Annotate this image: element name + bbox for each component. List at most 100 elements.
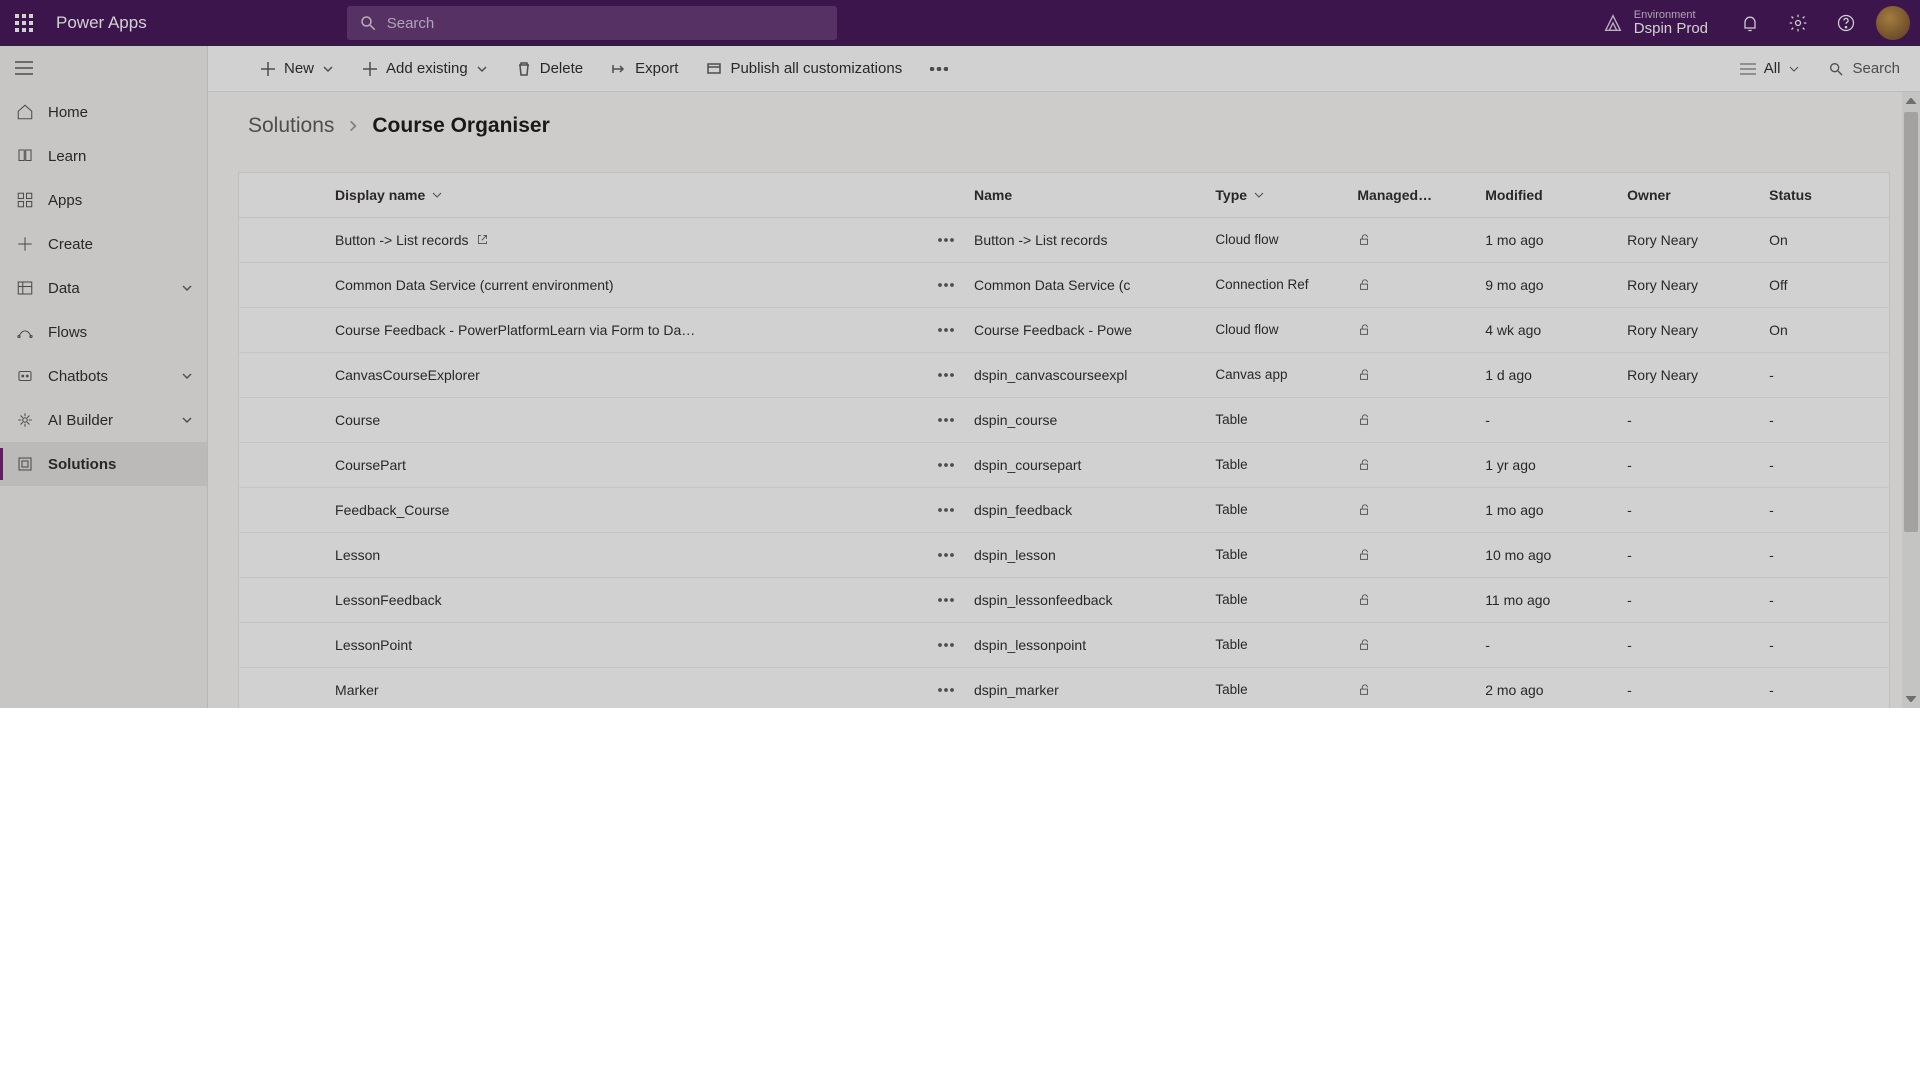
row-checkbox[interactable] [239, 217, 327, 262]
cell-type: Table [1207, 397, 1349, 442]
grid-search[interactable]: Search [1816, 60, 1920, 77]
col-status[interactable]: Status [1761, 173, 1889, 217]
view-selector[interactable]: All [1728, 60, 1813, 77]
row-checkbox[interactable] [239, 442, 327, 487]
cell-display-name[interactable]: Feedback_Course [327, 487, 966, 532]
cell-display-name[interactable]: Marker [327, 667, 966, 712]
nav-item-flows[interactable]: Flows [0, 310, 207, 354]
help-button[interactable] [1822, 0, 1870, 46]
breadcrumb: Solutions Course Organiser [208, 92, 1920, 160]
cell-modified: 4 wk ago [1477, 307, 1619, 352]
row-checkbox[interactable] [239, 307, 327, 352]
cmd-delete-label: Delete [540, 60, 583, 77]
table-row[interactable]: Course dspin_course Table - - - [239, 397, 1889, 442]
row-more-button[interactable] [934, 684, 958, 696]
row-checkbox[interactable] [239, 577, 327, 622]
nav-item-solutions[interactable]: Solutions [0, 442, 207, 486]
cmd-add-existing[interactable]: Add existing [350, 46, 500, 91]
settings-button[interactable] [1774, 0, 1822, 46]
app-launcher-button[interactable] [0, 0, 48, 46]
table-row[interactable]: Lesson dspin_lesson Table 10 mo ago - - [239, 532, 1889, 577]
cell-modified: - [1477, 622, 1619, 667]
cell-display-name[interactable]: Course Feedback - PowerPlatformLearn via… [327, 307, 966, 352]
cell-name: dspin_lesson [966, 532, 1207, 577]
table-row[interactable]: Marker dspin_marker Table 2 mo ago - - [239, 667, 1889, 712]
breadcrumb-root[interactable]: Solutions [248, 114, 334, 138]
col-select-all[interactable] [239, 173, 327, 217]
nav-item-home[interactable]: Home [0, 90, 207, 134]
row-more-button[interactable] [934, 594, 958, 606]
breadcrumb-current: Course Organiser [372, 114, 549, 138]
row-checkbox[interactable] [239, 622, 327, 667]
cell-display-name[interactable]: CoursePart [327, 442, 966, 487]
row-more-button[interactable] [934, 279, 958, 291]
table-row[interactable]: Feedback_Course dspin_feedback Table 1 m… [239, 487, 1889, 532]
nav-item-aibuilder[interactable]: AI Builder [0, 398, 207, 442]
row-checkbox[interactable] [239, 487, 327, 532]
row-more-button[interactable] [934, 549, 958, 561]
cell-display-name[interactable]: LessonFeedback [327, 577, 966, 622]
nav-item-create[interactable]: Create [0, 222, 207, 266]
cmd-publish-all[interactable]: Publish all customizations [694, 46, 914, 91]
cell-display-name[interactable]: CanvasCourseExplorer [327, 352, 966, 397]
cell-display-name[interactable]: Button -> List records [327, 217, 966, 262]
nav-collapse-button[interactable] [0, 46, 48, 90]
cmd-export[interactable]: Export [599, 46, 690, 91]
cell-type: Canvas app [1207, 352, 1349, 397]
table-row[interactable]: CoursePart dspin_coursepart Table 1 yr a… [239, 442, 1889, 487]
nav-item-apps[interactable]: Apps [0, 178, 207, 222]
col-modified[interactable]: Modified [1477, 173, 1619, 217]
table-row[interactable]: Button -> List records Button -> List re… [239, 217, 1889, 262]
vertical-scrollbar[interactable] [1902, 92, 1920, 708]
row-more-button[interactable] [934, 414, 958, 426]
environment-picker[interactable]: Environment Dspin Prod [1584, 9, 1726, 38]
row-more-button[interactable] [934, 504, 958, 516]
cell-type: Connection Ref [1207, 262, 1349, 307]
bell-icon [1740, 13, 1760, 33]
global-search[interactable] [347, 6, 837, 40]
table-row[interactable]: LessonPoint dspin_lessonpoint Table - - … [239, 622, 1889, 667]
cmd-new[interactable]: New [248, 46, 346, 91]
scroll-down-icon[interactable] [1902, 690, 1920, 708]
row-checkbox[interactable] [239, 532, 327, 577]
cell-name: dspin_coursepart [966, 442, 1207, 487]
nav-item-chatbots[interactable]: Chatbots [0, 354, 207, 398]
global-search-input[interactable] [387, 15, 825, 32]
unlock-icon [1357, 414, 1371, 430]
col-managed[interactable]: Managed… [1349, 173, 1477, 217]
row-more-button[interactable] [934, 324, 958, 336]
row-checkbox[interactable] [239, 397, 327, 442]
cell-display-name[interactable]: Course [327, 397, 966, 442]
row-checkbox[interactable] [239, 667, 327, 712]
cmd-delete[interactable]: Delete [504, 46, 595, 91]
row-more-button[interactable] [934, 234, 958, 246]
cell-display-name[interactable]: Lesson [327, 532, 966, 577]
table-row[interactable]: Course Feedback - PowerPlatformLearn via… [239, 307, 1889, 352]
col-owner[interactable]: Owner [1619, 173, 1761, 217]
cell-managed [1349, 217, 1477, 262]
table-row[interactable]: CanvasCourseExplorer dspin_canvascoursee… [239, 352, 1889, 397]
row-checkbox[interactable] [239, 352, 327, 397]
scroll-up-icon[interactable] [1902, 92, 1920, 110]
nav-item-label: AI Builder [48, 412, 113, 429]
cell-display-name[interactable]: Common Data Service (current environment… [327, 262, 966, 307]
nav-item-data[interactable]: Data [0, 266, 207, 310]
col-name[interactable]: Name [966, 173, 1207, 217]
scrollbar-thumb[interactable] [1904, 112, 1918, 532]
row-more-button[interactable] [934, 639, 958, 651]
cell-modified: 1 yr ago [1477, 442, 1619, 487]
nav-item-label: Apps [48, 192, 82, 209]
col-display-name[interactable]: Display name [327, 173, 966, 217]
row-more-button[interactable] [934, 459, 958, 471]
table-row[interactable]: Common Data Service (current environment… [239, 262, 1889, 307]
nav-item-learn[interactable]: Learn [0, 134, 207, 178]
cell-owner: - [1619, 397, 1761, 442]
notifications-button[interactable] [1726, 0, 1774, 46]
user-avatar[interactable] [1876, 6, 1910, 40]
row-checkbox[interactable] [239, 262, 327, 307]
row-more-button[interactable] [934, 369, 958, 381]
table-row[interactable]: LessonFeedback dspin_lessonfeedback Tabl… [239, 577, 1889, 622]
cmd-overflow[interactable] [918, 46, 960, 91]
col-type[interactable]: Type [1207, 173, 1349, 217]
cell-display-name[interactable]: LessonPoint [327, 622, 966, 667]
